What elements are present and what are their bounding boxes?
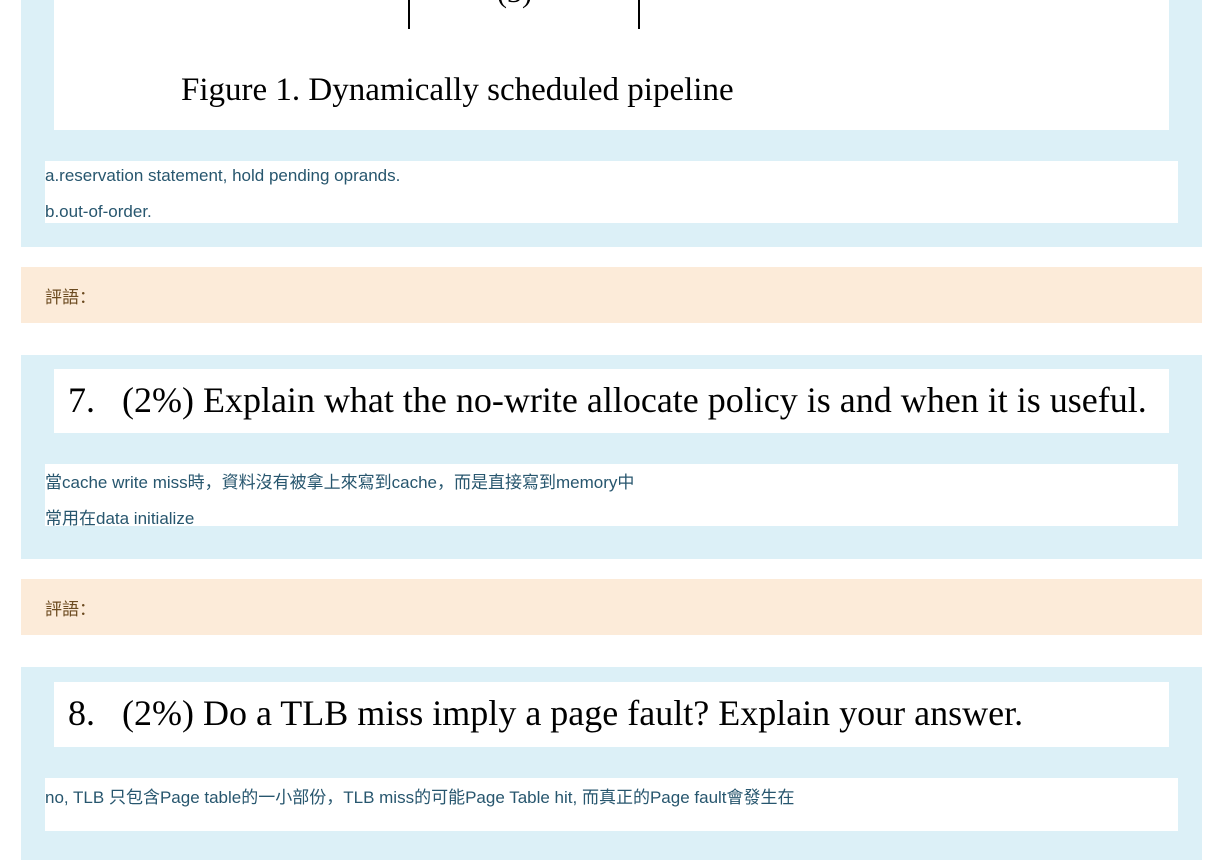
figure-caption: Figure 1. Dynamically scheduled pipeline [181, 72, 734, 108]
figure-partial-label: (3) [497, 0, 532, 10]
question-image-7: 7. (2%) Explain what the no-write alloca… [54, 369, 1169, 433]
comment-box-7: 評語： [21, 579, 1202, 635]
pipeline-diagram-fragment [408, 0, 640, 29]
question-block-6: (3) Figure 1. Dynamically scheduled pipe… [21, 0, 1202, 247]
answer-box-7: 當cache write miss時，資料沒有被拿上來寫到cache，而是直接寫… [45, 464, 1178, 528]
answer-line-2: b.out-of-order. [45, 202, 152, 221]
answer-box-6: a.reservation statement, hold pending op… [45, 161, 1178, 223]
question-text-7: 7. (2%) Explain what the no-write alloca… [68, 380, 1147, 420]
answer-line-1: 當cache write miss時，資料沒有被拿上來寫到cache，而是直接寫… [45, 473, 635, 492]
question-block-8: 8. (2%) Do a TLB miss imply a page fault… [21, 667, 1202, 860]
pipeline-figure: (3) Figure 1. Dynamically scheduled pipe… [54, 0, 1169, 130]
question-block-7: 7. (2%) Explain what the no-write alloca… [21, 355, 1202, 559]
answer-line-1: a.reservation statement, hold pending op… [45, 166, 401, 185]
answer-box-8: no, TLB 只包含Page table的一小部份，TLB miss的可能Pa… [45, 778, 1178, 831]
answer-line-2: 常用在data initialize [45, 509, 195, 528]
question-text-8: 8. (2%) Do a TLB miss imply a page fault… [68, 693, 1024, 733]
answer-line-1: no, TLB 只包含Page table的一小部份，TLB miss的可能Pa… [45, 788, 795, 807]
question-image-8: 8. (2%) Do a TLB miss imply a page fault… [54, 682, 1169, 747]
comment-label: 評語： [45, 600, 96, 619]
comment-label: 評語： [45, 288, 96, 307]
comment-box-6: 評語： [21, 267, 1202, 323]
